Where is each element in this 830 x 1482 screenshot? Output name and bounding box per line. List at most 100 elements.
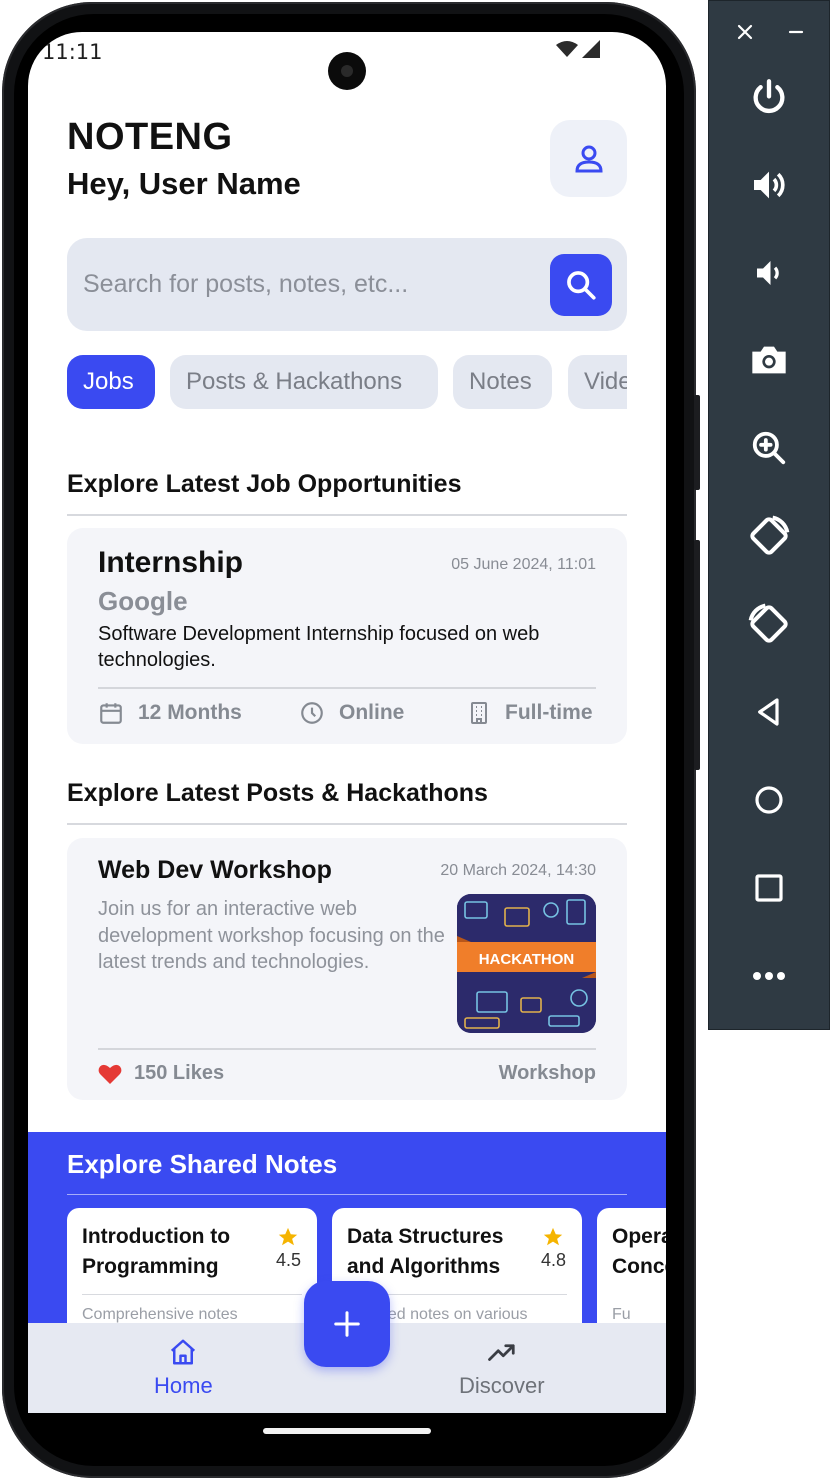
rotate-right-icon [748,603,788,643]
hackathon-image: HACKATHON [457,894,596,1033]
note-rating-value: 4.5 [275,1250,301,1270]
star-icon [544,1227,563,1246]
square-overview-icon [755,874,783,902]
app-name: NOTENG [67,116,233,158]
job-date: 05 June 2024, 11:01 [451,556,596,573]
chip-posts-hackathons[interactable]: Posts & Hackathons [170,355,438,409]
jobs-section-title: Explore Latest Job Opportunities [67,470,462,498]
nav-discover-label: Discover [459,1373,545,1398]
search-icon [567,271,596,300]
job-card[interactable]: Internship 05 June 2024, 11:01 Google So… [67,528,627,744]
zoom-icon [752,431,786,465]
minimize-icon[interactable] [787,23,805,41]
posts-section-divider [67,823,627,825]
job-mode-label: Online [339,701,405,724]
nav-home[interactable]: Home [154,1337,213,1399]
emulator-toolbar [708,0,830,1030]
notes-section-title: Explore Shared Notes [67,1149,338,1179]
post-card-divider [98,1048,596,1050]
volume-up-icon [754,171,785,199]
status-time: 11:11 [42,40,103,64]
overview-button[interactable] [740,859,798,917]
post-thumbnail[interactable]: HACKATHON [457,894,596,1033]
note-title: Introduction to Programming [82,1225,231,1278]
job-mode: Online [299,700,404,726]
status-icons [556,40,600,58]
chip-notes[interactable]: Notes [453,355,552,409]
post-card[interactable]: Web Dev Workshop 20 March 2024, 14:30 Jo… [67,838,627,1100]
job-description: Software Development Internship focused … [98,623,540,671]
post-date: 20 March 2024, 14:30 [440,862,596,879]
back-button[interactable] [740,683,798,741]
job-type: Full-time [467,700,593,726]
post-title: Web Dev Workshop [98,856,332,884]
gesture-home-indicator[interactable] [263,1428,431,1434]
job-title: Internship [98,546,244,579]
building-icon [471,702,487,724]
posts-section-title: Explore Latest Posts & Hackathons [67,779,488,807]
note-rating: 4.8 [541,1226,566,1271]
job-duration-label: 12 Months [138,701,242,724]
camera-icon [752,346,786,374]
post-description: Join us for an interactive web developme… [98,898,445,973]
app-screen: 11:11 NOTENG Hey, User Name Search for p… [28,32,666,1413]
screenshot-button[interactable] [740,331,798,389]
volume-down-button[interactable] [740,244,798,302]
rotate-right-button[interactable] [740,595,798,653]
close-icon[interactable] [736,23,754,41]
power-icon [753,79,785,114]
more-button[interactable] [740,947,798,1005]
phone-volume-button [694,540,700,770]
search-button[interactable] [550,254,612,316]
post-likes-label: 150 Likes [134,1062,225,1084]
back-icon [758,698,779,726]
toolbar-window-controls [709,19,830,45]
volume-down-icon [757,261,779,285]
hackathon-banner-text: HACKATHON [479,951,575,968]
plus-icon [334,1311,360,1337]
search-bar[interactable]: Search for posts, notes, etc... [67,238,627,331]
job-type-label: Full-time [505,701,593,724]
note-divider [82,1294,302,1295]
note-description: Fu [612,1306,631,1323]
notes-section-divider [67,1194,627,1195]
profile-button[interactable] [550,120,627,197]
heart-icon [98,1064,122,1084]
calendar-icon [100,703,122,724]
rotate-left-button[interactable] [740,507,798,565]
phone-side-button [694,395,700,490]
post-likes[interactable]: 150 Likes [98,1062,224,1085]
trending-up-icon [487,1344,515,1361]
power-button[interactable] [740,69,798,127]
note-rating: 4.5 [276,1226,301,1271]
nav-discover[interactable]: Discover [459,1337,545,1399]
home-icon [171,1339,196,1365]
note-title: Data Structures and Algorithms [347,1225,504,1278]
front-camera [328,52,366,90]
add-button[interactable] [304,1281,390,1367]
nav-home-label: Home [154,1373,213,1398]
job-card-divider [98,687,596,689]
person-icon [574,145,603,172]
job-company: Google [98,586,188,616]
search-input[interactable]: Search for posts, notes, etc... [83,270,408,299]
greeting: Hey, User Name [67,166,301,201]
post-tag: Workshop [498,1062,596,1084]
stage: 11:11 NOTENG Hey, User Name Search for p… [0,0,830,1482]
more-dots-icon [753,972,785,980]
home-button[interactable] [740,771,798,829]
jobs-section-divider [67,514,627,516]
volume-up-button[interactable] [740,156,798,214]
rotate-left-icon [750,515,790,555]
job-duration: 12 Months [98,700,242,726]
clock-icon [301,702,323,724]
chip-jobs[interactable]: Jobs [67,355,155,409]
zoom-button[interactable] [740,419,798,477]
wifi-icon [556,41,578,57]
chip-videos[interactable]: Videos [568,355,627,409]
note-rating-value: 4.8 [540,1250,566,1270]
star-icon [279,1227,298,1246]
circle-home-icon [755,786,783,814]
signal-icon [582,40,600,58]
note-description: Comprehensive notes [82,1306,238,1323]
